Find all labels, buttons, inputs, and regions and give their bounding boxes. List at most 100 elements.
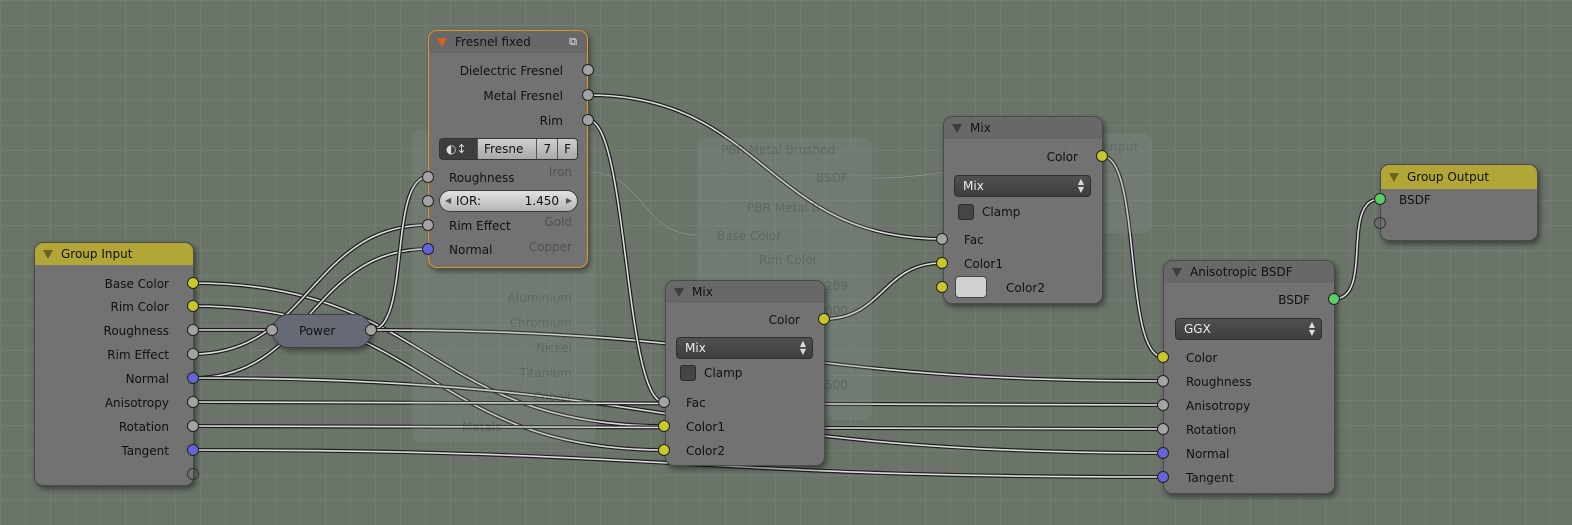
socket-gi-rot[interactable] (187, 420, 199, 432)
socket-gi-rough[interactable] (187, 324, 199, 336)
ghost-input: Base Color (717, 229, 782, 243)
ghost-socket-label: Titanium (519, 366, 572, 380)
socket-label: Color (1046, 150, 1078, 164)
collapse-icon[interactable] (437, 37, 447, 47)
socket-gi-rimfx[interactable] (187, 348, 199, 360)
ghost-socket-label: Nickel (535, 341, 572, 355)
blend-mode-dropdown[interactable]: Mix ▲ ▼ (954, 175, 1091, 197)
socket-label: Roughness (1186, 375, 1252, 389)
socket-fr-ior[interactable] (422, 195, 434, 207)
socket-label: Fac (964, 233, 984, 247)
collapse-icon[interactable] (43, 249, 53, 259)
node-title: Mix (692, 285, 713, 299)
group-input-node[interactable]: Group Input Base Color Rim Color Roughne… (34, 242, 194, 486)
node-header[interactable]: Fresnel fixed ⧉ (429, 31, 587, 53)
socket-an-col[interactable] (1157, 351, 1169, 363)
blend-mode-dropdown[interactable]: Mix ▲ ▼ (676, 337, 813, 359)
socket-label: Anisotropy (104, 396, 169, 410)
socket-fr-metal[interactable] (582, 89, 594, 101)
socket-fr-rim[interactable] (582, 114, 594, 126)
anisotropic-bsdf-node[interactable]: Anisotropic BSDF BSDF GGX ▲ ▼ Color Roughn… (1163, 260, 1335, 494)
socket-pw-in[interactable] (266, 324, 278, 336)
updown-icon: ▲ ▼ (799, 339, 806, 356)
socket-label: Anisotropy (1186, 399, 1251, 413)
node-link (1333, 197, 1381, 301)
socket-gi-empty[interactable] (187, 468, 199, 480)
fresnel-fixed-node[interactable]: Fresnel fixed ⧉ Dielectric Fresnel Metal … (428, 30, 588, 268)
node-link (1333, 198, 1381, 300)
socket-label: Rotation (1186, 423, 1237, 437)
socket-label: Color (1186, 351, 1218, 365)
mix-node-2[interactable]: Mix Color Mix ▲ ▼ Clamp Fac Color1 Color2 (943, 116, 1103, 304)
node-header[interactable]: Group Output (1381, 165, 1537, 189)
socket-fr-diel[interactable] (582, 64, 594, 76)
socket-label: Rim Effect (107, 348, 169, 362)
node-group-datablock[interactable]: ◐↕ Fresne 7 F (439, 138, 578, 160)
collapse-icon[interactable] (1389, 172, 1399, 182)
socket-fr-rough[interactable] (422, 171, 434, 183)
socket-label: Roughness (103, 324, 169, 338)
socket-gi-aniso[interactable] (187, 396, 199, 408)
ghost-input: Rim Color (759, 253, 818, 267)
socket-gi-norm[interactable] (187, 372, 199, 384)
socket-m2-c1[interactable] (936, 257, 948, 269)
socket-gi-tan[interactable] (187, 444, 199, 456)
dropdown-value: Mix (685, 341, 706, 355)
socket-label: Rotation (118, 420, 169, 434)
socket-m1-c1[interactable] (658, 420, 670, 432)
socket-m2-fac[interactable] (936, 233, 948, 245)
socket-m2-c2[interactable] (936, 281, 948, 293)
socket-gi-rim[interactable] (187, 300, 199, 312)
distribution-dropdown[interactable]: GGX ▲ ▼ (1175, 318, 1322, 340)
group-output-node[interactable]: Group Output BSDF (1380, 164, 1538, 241)
socket-label: Normal (125, 372, 169, 386)
socket-m2-out[interactable] (1096, 150, 1108, 162)
collapse-icon[interactable] (1172, 267, 1182, 277)
socket-an-rot[interactable] (1157, 423, 1169, 435)
collapse-icon[interactable] (674, 287, 684, 297)
node-header[interactable]: Group Input (35, 243, 193, 265)
socket-label: Rim (539, 114, 563, 128)
socket-an-aniso[interactable] (1157, 399, 1169, 411)
power-node-collapsed[interactable]: Power (272, 314, 372, 348)
socket-fr-rimfx[interactable] (422, 219, 434, 231)
socket-m1-out[interactable] (818, 313, 830, 325)
ior-field[interactable]: ◀ IOR: 1.450 ▶ (439, 190, 578, 212)
socket-an-rough[interactable] (1157, 375, 1169, 387)
socket-label: Rim Effect (449, 219, 511, 233)
node-tree-browse-button[interactable]: ◐↕ (440, 139, 478, 159)
socket-label: Metal Fresnel (483, 89, 563, 103)
fake-user-button[interactable]: F (558, 139, 577, 159)
checkbox-label: Clamp (982, 205, 1021, 219)
socket-label: Tangent (1186, 471, 1234, 485)
socket-an-norm[interactable] (1157, 447, 1169, 459)
users-count-button[interactable]: 7 (537, 139, 559, 159)
mix-node-1[interactable]: Mix Color Mix ▲ ▼ Clamp Fac Color1 Color2 (665, 280, 825, 466)
socket-m1-c2[interactable] (658, 444, 670, 456)
socket-pw-out[interactable] (365, 324, 377, 336)
node-header[interactable]: Mix (666, 281, 824, 303)
ghost-output: BSDF (816, 171, 848, 185)
collapse-icon[interactable] (952, 123, 962, 133)
socket-go-empty[interactable] (1374, 217, 1386, 229)
node-header[interactable]: Mix (944, 117, 1102, 139)
node-group-icon[interactable]: ⧉ (569, 35, 577, 49)
socket-fr-norm[interactable] (422, 243, 434, 255)
socket-label: Color2 (686, 444, 725, 458)
socket-m1-fac[interactable] (658, 396, 670, 408)
socket-label: Color1 (964, 257, 1003, 271)
dropdown-value: Mix (963, 179, 984, 193)
ghost-socket-label: Aluminium (507, 291, 572, 305)
socket-go-bsdf[interactable] (1374, 193, 1386, 205)
socket-label: Color1 (686, 420, 725, 434)
updown-icon: ▲ ▼ (1308, 320, 1315, 337)
socket-gi-base[interactable] (187, 277, 199, 289)
socket-an-out[interactable] (1328, 293, 1340, 305)
checkbox-label: Clamp (704, 366, 743, 380)
socket-an-tan[interactable] (1157, 471, 1169, 483)
socket-label: Normal (449, 243, 493, 257)
ghost-datablock: Metals (462, 420, 502, 434)
ghost-datablock: PBR Metal B (747, 201, 820, 215)
datablock-name-field[interactable]: Fresne (478, 139, 538, 159)
node-header[interactable]: Anisotropic BSDF (1164, 261, 1334, 283)
